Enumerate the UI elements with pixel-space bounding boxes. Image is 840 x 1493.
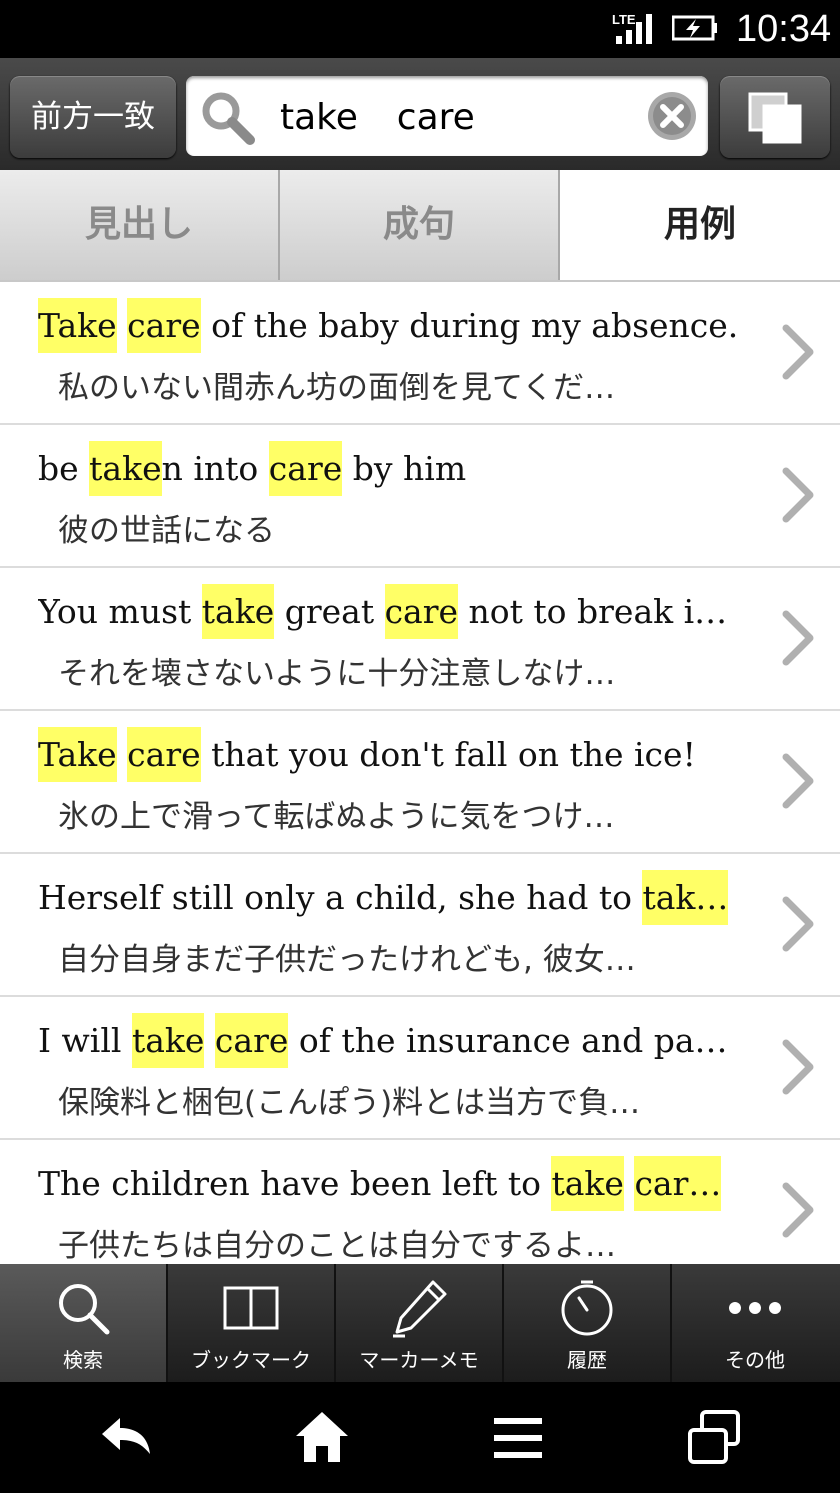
nav-history-label: 履歴 xyxy=(567,1348,607,1372)
sentence-fragment: by him xyxy=(342,449,467,488)
search-icon xyxy=(202,92,255,145)
example-sentence-en: The children have been left to take car… xyxy=(38,1152,758,1216)
sentence-fragment: Herself still only a child, she had to xyxy=(38,878,643,917)
highlighted-term: care xyxy=(384,584,459,639)
example-sentence-en: I will take care of the insurance and pa… xyxy=(38,1009,758,1073)
highlighted-term: care xyxy=(268,441,343,496)
highlighted-term: Take xyxy=(38,298,117,353)
example-translation-ja: 氷の上で滑って転ばぬように気をつけ… xyxy=(58,799,615,835)
example-sentence-en: be taken into care by him xyxy=(38,437,758,501)
chevron-right-icon xyxy=(782,324,814,380)
chevron-right-icon xyxy=(782,610,814,666)
sentence-fragment xyxy=(117,306,128,345)
chevron-right-icon xyxy=(782,753,814,809)
example-translation-ja: 私のいない間赤ん坊の面倒を見てくだ… xyxy=(58,370,616,406)
menu-icon[interactable] xyxy=(488,1408,548,1468)
sentence-fragment: n into xyxy=(161,449,269,488)
nav-history[interactable]: 履歴 xyxy=(504,1264,672,1382)
nav-more[interactable]: その他 xyxy=(672,1264,838,1382)
highlighted-term: care xyxy=(127,727,201,782)
search-toolbar: 前方一致 xyxy=(0,58,840,170)
result-row[interactable]: Take care that you don't fall on the ice… xyxy=(0,711,840,854)
example-sentence-en: Take care that you don't fall on the ice… xyxy=(38,723,758,787)
sentence-fragment xyxy=(204,1021,215,1060)
highlighted-term: care xyxy=(214,1013,289,1068)
nav-bookmark-label: ブックマーク xyxy=(191,1348,311,1372)
sentence-fragment: of the insurance and pa… xyxy=(288,1021,728,1060)
sentence-fragment: great xyxy=(274,592,385,631)
match-mode-button[interactable]: 前方一致 xyxy=(10,76,176,158)
example-translation-ja: 子供たちは自分のことは自分でするよ… xyxy=(58,1228,616,1264)
nav-marker-memo-label: マーカーメモ xyxy=(359,1348,479,1372)
highlighted-term: take xyxy=(551,1156,624,1211)
search-field xyxy=(186,76,708,156)
battery-charging-icon xyxy=(672,15,717,41)
result-tabs: 見出し 成句 用例 xyxy=(0,170,840,283)
status-clock: 10:34 xyxy=(736,8,832,50)
highlighted-term: take xyxy=(131,1013,205,1068)
sentence-fragment: of the baby during my absence. xyxy=(200,306,739,345)
sentence-fragment: You must xyxy=(38,592,202,631)
search-icon xyxy=(59,1284,110,1335)
sentence-fragment: not to break i… xyxy=(458,592,728,631)
chevron-right-icon xyxy=(782,1039,814,1095)
example-sentence-en: You must take great care not to break i… xyxy=(38,580,758,644)
chevron-right-icon xyxy=(782,467,814,523)
example-translation-ja: 彼の世話になる xyxy=(58,513,275,549)
result-row[interactable]: You must take great care not to break i…… xyxy=(0,568,840,711)
system-nav-bar xyxy=(0,1382,840,1493)
copy-button[interactable] xyxy=(720,76,830,158)
nav-marker-memo[interactable]: マーカーメモ xyxy=(336,1264,504,1382)
home-icon[interactable] xyxy=(292,1408,352,1468)
more-icon xyxy=(729,1302,781,1314)
pen-icon xyxy=(393,1280,447,1338)
highlighted-term: take xyxy=(89,441,162,496)
example-translation-ja: 保険料と梱包(こんぽう)料とは当方で負… xyxy=(58,1085,641,1121)
example-sentence-en: Take care of the baby during my absence. xyxy=(38,294,758,358)
sentence-fragment xyxy=(624,1164,635,1203)
result-row[interactable]: Herself still only a child, she had to t… xyxy=(0,854,840,997)
sentence-fragment: The children have been left to xyxy=(38,1164,552,1203)
sentence-fragment xyxy=(117,735,128,774)
recent-apps-icon[interactable] xyxy=(684,1408,744,1468)
result-row[interactable]: Take care of the baby during my absence.… xyxy=(0,282,840,425)
example-translation-ja: それを壊さないように十分注意しなけ… xyxy=(58,656,616,692)
sentence-fragment: I will xyxy=(38,1021,132,1060)
sentence-fragment: be xyxy=(38,449,90,488)
search-input[interactable] xyxy=(278,86,642,148)
svg-text:LTE: LTE xyxy=(612,12,636,27)
nav-bookmark[interactable]: ブックマーク xyxy=(168,1264,336,1382)
clear-icon[interactable] xyxy=(646,90,698,142)
clock-icon xyxy=(561,1280,613,1336)
copy-icon xyxy=(748,92,802,144)
lte-signal-icon: LTE xyxy=(612,12,652,44)
example-sentence-en: Herself still only a child, she had to t… xyxy=(38,866,758,930)
chevron-right-icon xyxy=(782,1182,814,1238)
tab-headwords[interactable]: 見出し xyxy=(0,170,280,280)
highlighted-term: care xyxy=(127,298,201,353)
result-row[interactable]: be taken into care by him 彼の世話になる xyxy=(0,425,840,568)
sentence-fragment: that you don't fall on the ice! xyxy=(200,735,696,774)
book-icon xyxy=(223,1286,279,1330)
highlighted-term: take xyxy=(201,584,275,639)
result-row[interactable]: The children have been left to take car…… xyxy=(0,1140,840,1264)
nav-search[interactable]: 検索 xyxy=(0,1264,168,1382)
chevron-right-icon xyxy=(782,896,814,952)
highlighted-term: tak… xyxy=(642,870,729,925)
nav-more-label: その他 xyxy=(725,1348,785,1372)
results-list: Take care of the baby during my absence.… xyxy=(0,282,840,1264)
example-translation-ja: 自分自身まだ子供だったけれども, 彼女… xyxy=(58,942,636,978)
highlighted-term: Take xyxy=(38,727,117,782)
tab-phrases[interactable]: 成句 xyxy=(280,170,560,280)
tab-examples[interactable]: 用例 xyxy=(560,170,840,280)
status-bar: LTE 10:34 xyxy=(0,0,840,58)
highlighted-term: car… xyxy=(634,1156,722,1211)
bottom-nav: 検索 ブックマーク マーカーメモ 履歴 その他 xyxy=(0,1264,840,1382)
nav-search-label: 検索 xyxy=(63,1348,103,1372)
result-row[interactable]: I will take care of the insurance and pa… xyxy=(0,997,840,1140)
back-icon[interactable] xyxy=(96,1408,156,1468)
